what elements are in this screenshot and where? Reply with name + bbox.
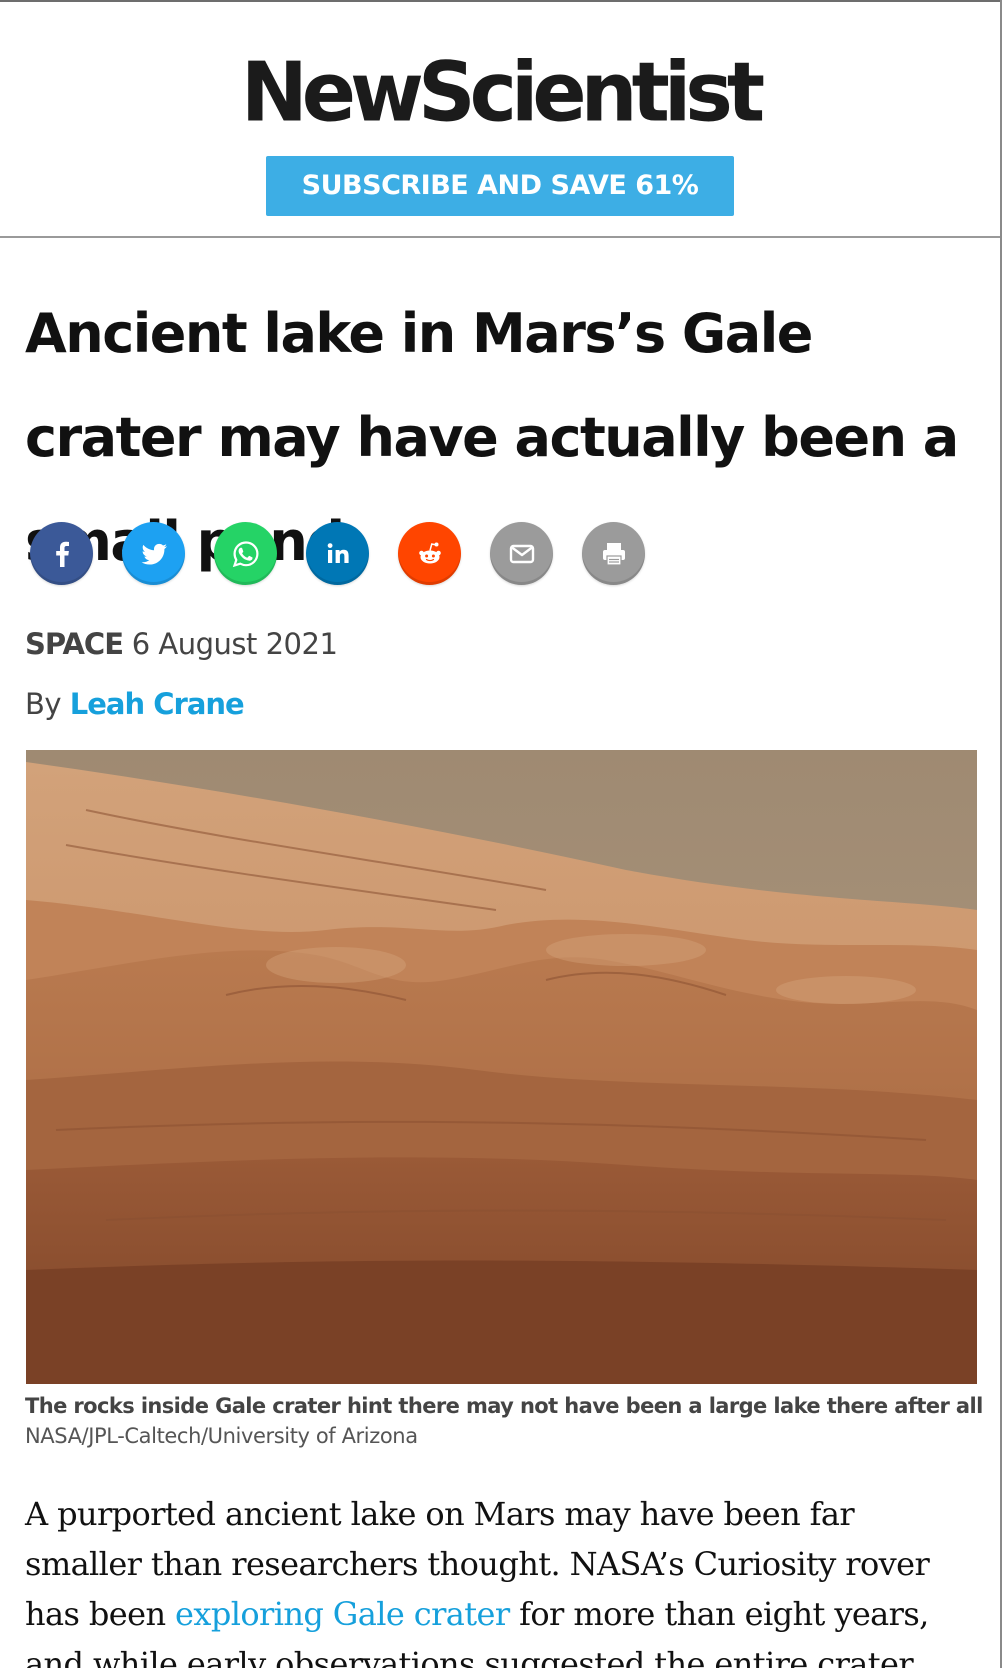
gale-crater-link[interactable]: exploring Gale crater — [175, 1595, 510, 1633]
publish-date: 6 August 2021 — [131, 627, 338, 661]
article-body: A purported ancient lake on Mars may hav… — [25, 1489, 975, 1668]
site-logo[interactable]: NewScientist — [0, 47, 1000, 139]
byline-prefix: By — [25, 687, 62, 721]
page: NewScientist SUBSCRIBE AND SAVE 61% Anci… — [0, 0, 1002, 1668]
share-bar — [30, 522, 645, 586]
facebook-icon — [55, 541, 69, 567]
article-meta: SPACE 6 August 2021 — [25, 627, 338, 661]
whatsapp-icon — [232, 540, 259, 567]
email-icon — [509, 544, 534, 563]
share-facebook-button[interactable] — [30, 522, 93, 585]
hero-image — [26, 750, 977, 1384]
share-email-button[interactable] — [490, 522, 553, 585]
reddit-icon — [418, 542, 441, 563]
subscribe-button[interactable]: SUBSCRIBE AND SAVE 61% — [266, 156, 734, 216]
twitter-icon — [141, 543, 167, 564]
byline: By Leah Crane — [25, 687, 245, 721]
linkedin-icon — [327, 542, 349, 563]
print-icon — [602, 542, 625, 566]
share-print-button[interactable] — [582, 522, 645, 585]
share-linkedin-button[interactable] — [306, 522, 369, 585]
author-link[interactable]: Leah Crane — [70, 687, 245, 721]
image-caption: The rocks inside Gale crater hint there … — [25, 1394, 983, 1418]
share-whatsapp-button[interactable] — [214, 522, 277, 585]
mars-landscape-image — [26, 750, 977, 1384]
image-credit: NASA/JPL-Caltech/University of Arizona — [25, 1424, 418, 1448]
share-twitter-button[interactable] — [122, 522, 185, 585]
site-header: NewScientist SUBSCRIBE AND SAVE 61% — [0, 2, 1000, 238]
share-reddit-button[interactable] — [398, 522, 461, 585]
section-label[interactable]: SPACE — [25, 627, 124, 661]
